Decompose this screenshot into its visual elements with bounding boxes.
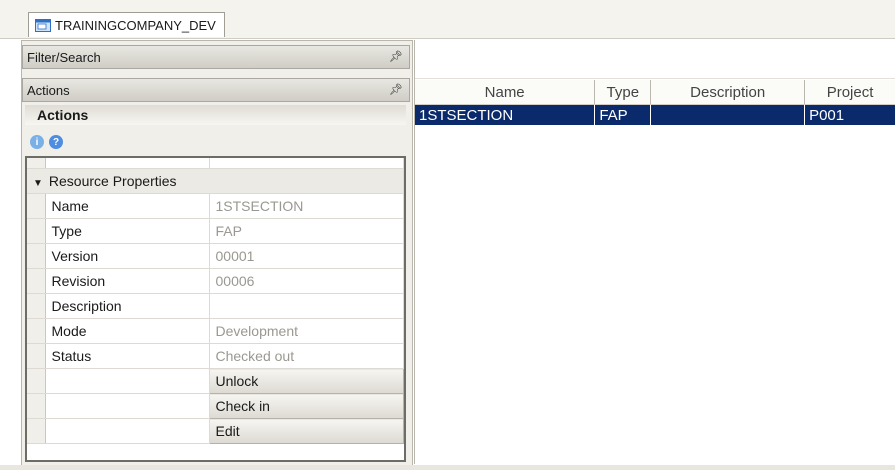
window-icon xyxy=(35,18,51,32)
status-bar xyxy=(0,465,895,470)
collapse-triangle-icon[interactable]: ▼ xyxy=(33,178,43,189)
table-row[interactable]: 1STSECTION FAP P001 xyxy=(415,104,895,125)
actions-header-label: Actions xyxy=(27,82,70,98)
property-value: Checked out xyxy=(209,343,404,369)
property-row-mode[interactable]: Mode Development xyxy=(27,318,404,344)
column-header-description[interactable]: Description xyxy=(650,80,806,105)
check-in-button[interactable]: Check in xyxy=(208,393,404,419)
pin-icon[interactable]: 📌︎ xyxy=(389,50,403,63)
property-label: Mode xyxy=(45,318,210,344)
actions-header[interactable]: Actions 📌︎ xyxy=(22,78,410,102)
cell-description xyxy=(650,104,806,125)
cell-name: 1STSECTION xyxy=(415,104,596,125)
left-panel: Filter/Search 📌︎ Actions 📌︎ Actions i ? … xyxy=(21,40,413,466)
property-row-revision[interactable]: Revision 00006 xyxy=(27,268,404,294)
info-icon[interactable]: i xyxy=(30,135,44,149)
action-row-unlock: Unlock xyxy=(27,368,404,394)
property-value[interactable] xyxy=(209,293,404,319)
property-row-status[interactable]: Status Checked out xyxy=(27,343,404,369)
property-value: Development xyxy=(209,318,404,344)
resource-list-toolbar xyxy=(415,40,895,79)
property-label: Name xyxy=(45,193,210,219)
action-row-edit: Edit xyxy=(27,418,404,444)
property-row-type[interactable]: Type FAP xyxy=(27,218,404,244)
grid-header-row xyxy=(27,158,404,169)
pin-icon[interactable]: 📌︎ xyxy=(389,83,403,96)
tab-trainingcompany-dev[interactable]: TRAININGCOMPANY_DEV xyxy=(28,12,225,37)
property-label: Type xyxy=(45,218,210,244)
unlock-button[interactable]: Unlock xyxy=(208,368,404,394)
column-header-type[interactable]: Type xyxy=(594,80,652,105)
action-row-checkin: Check in xyxy=(27,393,404,419)
section-row[interactable]: ▼ Resource Properties xyxy=(27,168,404,194)
actions-title: Actions xyxy=(25,105,406,125)
edit-button[interactable]: Edit xyxy=(208,418,404,444)
tab-bar: TRAININGCOMPANY_DEV xyxy=(0,0,895,39)
actions-icon-row: i ? xyxy=(30,135,63,149)
property-row-description[interactable]: Description xyxy=(27,293,404,319)
property-value: 00006 xyxy=(209,268,404,294)
cell-project: P001 xyxy=(804,104,895,125)
filter-search-header[interactable]: Filter/Search 📌︎ xyxy=(22,45,410,69)
property-value: 1STSECTION xyxy=(209,193,404,219)
cell-type: FAP xyxy=(594,104,652,125)
property-label: Revision xyxy=(45,268,210,294)
filter-search-label: Filter/Search xyxy=(27,49,101,65)
property-label: Description xyxy=(45,293,210,319)
tab-title: TRAININGCOMPANY_DEV xyxy=(55,17,216,33)
property-value: FAP xyxy=(209,218,404,244)
table-header-row: Name Type Description Project xyxy=(415,80,895,105)
property-value: 00001 xyxy=(209,243,404,269)
property-label: Version xyxy=(45,243,210,269)
help-icon[interactable]: ? xyxy=(49,135,63,149)
property-grid: ▼ Resource Properties Name 1STSECTION Type… xyxy=(25,156,406,462)
property-row-version[interactable]: Version 00001 xyxy=(27,243,404,269)
column-header-name[interactable]: Name xyxy=(415,80,596,105)
column-header-project[interactable]: Project xyxy=(804,80,895,105)
section-label: Resource Properties xyxy=(48,173,177,189)
resource-list-panel: Name Type Description Project 1STSECTION… xyxy=(414,40,895,464)
property-row-name[interactable]: Name 1STSECTION xyxy=(27,193,404,219)
resource-table: Name Type Description Project 1STSECTION… xyxy=(415,80,895,125)
property-label: Status xyxy=(45,343,210,369)
